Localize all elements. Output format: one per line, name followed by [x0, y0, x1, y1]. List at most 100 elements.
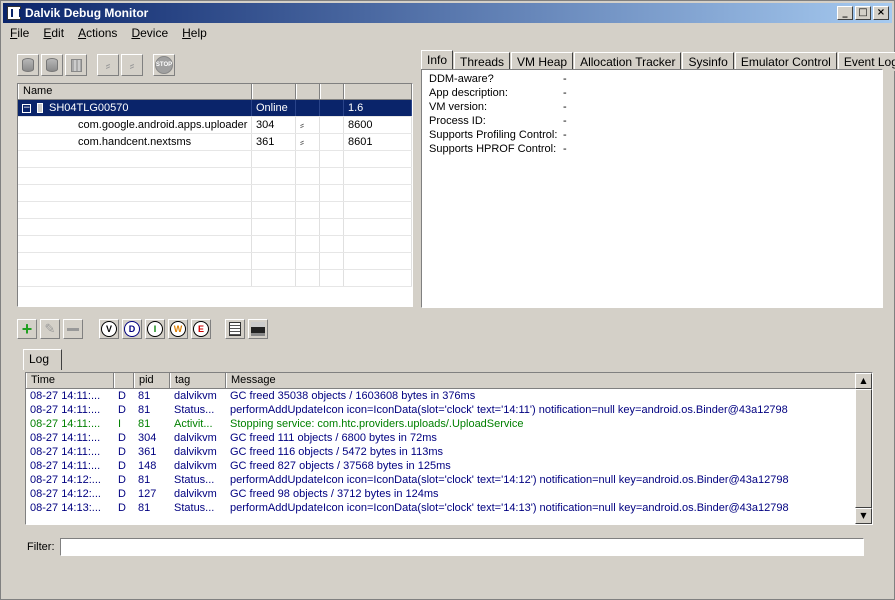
column-time[interactable]: Time — [26, 373, 114, 388]
column-pid[interactable]: pid — [134, 373, 170, 388]
log-scrollbar[interactable]: ▲ ▼ — [855, 373, 872, 524]
tab-info[interactable]: Info — [421, 50, 454, 71]
log-tag: dalvikvm — [174, 488, 217, 500]
cause-gc-button[interactable] — [65, 54, 87, 76]
log-tag: dalvikvm — [174, 432, 217, 444]
scroll-thumb[interactable] — [855, 389, 872, 508]
debug-button[interactable]: D — [122, 319, 142, 339]
log-pid: 81 — [138, 502, 151, 514]
close-button[interactable]: × — [873, 6, 889, 20]
update-threads-button[interactable]: ⸗ — [97, 54, 119, 76]
profiling-icon: ⸗ — [129, 57, 135, 74]
client-row[interactable]: com.handcent.nextsms 361 ⸗ 8601 — [18, 134, 412, 151]
log-message: performAddUpdateIcon icon=IconData(slot=… — [230, 474, 789, 486]
save-icon — [251, 322, 265, 336]
info-value: - — [563, 115, 567, 127]
info-button[interactable]: I — [145, 319, 165, 339]
verbose-button[interactable]: V — [99, 319, 119, 339]
title-bar[interactable]: Dalvik Debug Monitor _ □ × — [3, 3, 892, 23]
collapse-icon[interactable]: − — [22, 103, 31, 113]
log-message: GC freed 827 objects / 37568 bytes in 12… — [230, 460, 451, 472]
ddms-window: Dalvik Debug Monitor _ □ × File Edit Act… — [0, 0, 895, 600]
log-pid: 361 — [138, 446, 157, 458]
log-time: 08-27 14:11:... — [30, 418, 101, 430]
log-level: D — [118, 460, 126, 472]
device-toolbar: ⸗ ⸗ STOP — [17, 54, 175, 76]
menu-file[interactable]: File — [3, 24, 36, 43]
client-pid: 304 — [252, 117, 296, 133]
stop-process-button[interactable]: STOP — [153, 54, 175, 76]
log-row[interactable]: 08-27 14:11:... D 361 dalvikvm GC freed 116 … — [26, 445, 872, 459]
minus-icon — [67, 327, 79, 331]
plus-icon: + — [21, 319, 33, 339]
client-row[interactable]: com.google.android.apps.uploader 304 ⸗ 8… — [18, 117, 412, 134]
menu-help[interactable]: Help — [175, 24, 214, 43]
info-row: Supports HPROF Control: - — [422, 143, 882, 157]
menu-bar: File Edit Actions Device Help — [3, 24, 214, 43]
log-row[interactable]: 08-27 14:12:... D 127 dalvikvm GC freed 98 o… — [26, 487, 872, 501]
column-debug[interactable] — [320, 84, 344, 99]
delete-filter-button[interactable] — [63, 319, 83, 339]
column-state[interactable] — [296, 84, 320, 99]
update-heap-button[interactable] — [17, 54, 39, 76]
column-name[interactable]: Name — [18, 84, 252, 99]
device-table-header: Name — [18, 84, 412, 100]
menu-device[interactable]: Device — [124, 24, 175, 43]
column-status[interactable] — [252, 84, 296, 99]
device-name: SH04TLG00570 — [49, 102, 129, 114]
log-row[interactable]: 08-27 14:11:... D 81 Status... performAddUpd… — [26, 403, 872, 417]
start-profiling-button[interactable]: ⸗ — [121, 54, 143, 76]
log-level: I — [118, 418, 122, 430]
log-time: 08-27 14:13:... — [30, 502, 101, 514]
log-row[interactable]: 08-27 14:11:... D 81 dalvikvm GC freed 35038… — [26, 389, 872, 403]
device-status: Online — [252, 100, 296, 116]
clear-log-icon — [229, 322, 241, 336]
info-label: App description: — [429, 87, 508, 99]
info-row: VM version: - — [422, 101, 882, 115]
scroll-down-icon[interactable]: ▼ — [855, 508, 872, 524]
log-pid: 81 — [138, 390, 151, 402]
column-port[interactable] — [344, 84, 412, 99]
heap-update-icon — [22, 58, 34, 72]
log-tag: Status... — [174, 502, 215, 514]
info-label: Supports Profiling Control: — [429, 129, 558, 141]
log-pid: 81 — [138, 404, 151, 416]
edit-filter-button[interactable]: ✎ — [40, 319, 60, 339]
log-time: 08-27 14:12:... — [30, 474, 101, 486]
filter-input[interactable] — [60, 538, 864, 556]
column-message[interactable]: Message — [226, 373, 856, 388]
client-name: com.handcent.nextsms — [18, 134, 252, 150]
save-log-button[interactable] — [248, 319, 268, 339]
log-level: D — [118, 432, 126, 444]
device-row[interactable]: − SH04TLG00570 Online 1.6 — [18, 100, 412, 117]
info-row: Supports Profiling Control: - — [422, 129, 882, 143]
log-message: GC freed 35038 objects / 1603608 bytes i… — [230, 390, 476, 402]
clear-log-button[interactable] — [225, 319, 245, 339]
warn-button[interactable]: W — [168, 319, 188, 339]
log-message: performAddUpdateIcon icon=IconData(slot=… — [230, 502, 789, 514]
debug-icon: D — [124, 321, 140, 337]
add-filter-button[interactable]: + — [17, 319, 37, 339]
log-time: 08-27 14:11:... — [30, 404, 101, 416]
log-pid: 127 — [138, 488, 157, 500]
log-time: 08-27 14:11:... — [30, 390, 101, 402]
log-tag: Activit... — [174, 418, 213, 430]
maximize-button[interactable]: □ — [855, 6, 871, 20]
menu-actions[interactable]: Actions — [71, 24, 124, 43]
scroll-up-icon[interactable]: ▲ — [855, 373, 872, 389]
tab-log[interactable]: Log — [23, 349, 63, 370]
log-row[interactable]: 08-27 14:11:... I 81 Activit... Stopping ser… — [26, 417, 872, 431]
column-level[interactable] — [114, 373, 134, 388]
menu-edit[interactable]: Edit — [36, 24, 71, 43]
column-tag[interactable]: tag — [170, 373, 226, 388]
dump-hprof-button[interactable] — [41, 54, 63, 76]
device-version: 1.6 — [344, 100, 412, 116]
log-level: D — [118, 446, 126, 458]
log-row[interactable]: 08-27 14:12:... D 81 Status... performAddUpd… — [26, 473, 872, 487]
log-time: 08-27 14:12:... — [30, 488, 101, 500]
minimize-button[interactable]: _ — [837, 6, 853, 20]
log-row[interactable]: 08-27 14:13:... D 81 Status... performAddUpd… — [26, 501, 872, 515]
log-row[interactable]: 08-27 14:11:... D 304 dalvikvm GC freed 111 … — [26, 431, 872, 445]
log-row[interactable]: 08-27 14:11:... D 148 dalvikvm GC freed 827 … — [26, 459, 872, 473]
error-button[interactable]: E — [191, 319, 211, 339]
